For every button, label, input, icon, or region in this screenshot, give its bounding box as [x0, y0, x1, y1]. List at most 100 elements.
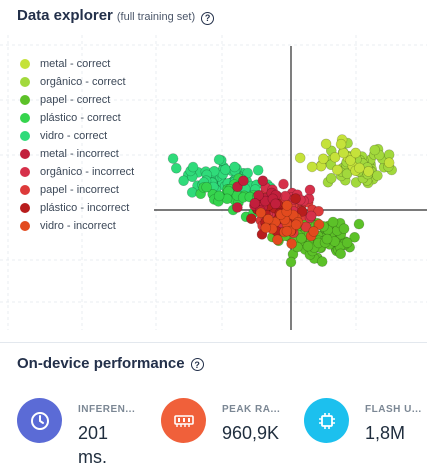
scatter-point[interactable]	[252, 164, 264, 176]
legend-label: vidro - correct	[40, 130, 108, 142]
legend-swatch	[20, 77, 30, 87]
legend-swatch	[20, 185, 30, 195]
metric-label: FLASH U...	[365, 404, 422, 415]
legend-swatch	[20, 203, 30, 213]
legend-label: metal - correct	[40, 58, 111, 70]
legend-label: plástico - incorrect	[40, 202, 130, 214]
scatter-point[interactable]	[338, 147, 349, 159]
scatter-point[interactable]	[338, 223, 350, 234]
question-circle-icon[interactable]: ?	[190, 358, 204, 371]
scatter-point[interactable]	[167, 153, 179, 164]
scatter-point[interactable]	[325, 173, 337, 184]
clock-icon	[17, 398, 62, 443]
scatter-point[interactable]	[229, 161, 240, 173]
performance-title-text: On-device performance	[17, 355, 185, 372]
scatter-points	[167, 134, 398, 268]
legend-swatch	[20, 221, 30, 231]
scatter-point[interactable]	[290, 219, 302, 230]
scatter-point[interactable]	[260, 222, 272, 234]
legend-item[interactable]: vidro - correct	[20, 127, 134, 145]
memory-chip-icon	[161, 398, 206, 443]
legend-item[interactable]: plástico - correct	[20, 109, 134, 127]
scatter-point[interactable]	[213, 154, 225, 165]
data-explorer-subtitle: (full training set)	[116, 11, 196, 23]
scatter-point[interactable]	[350, 147, 362, 159]
legend-swatch	[20, 59, 30, 69]
scatter-point[interactable]	[285, 256, 297, 268]
scatter-point[interactable]	[171, 163, 182, 174]
scatter-point[interactable]	[232, 202, 243, 213]
scatter-point[interactable]	[238, 175, 249, 187]
scatter-point[interactable]	[257, 175, 269, 186]
scatter-point[interactable]	[286, 238, 297, 249]
scatter-point[interactable]	[201, 181, 212, 193]
scatter-point[interactable]	[335, 138, 347, 150]
legend-label: papel - incorrect	[40, 184, 119, 196]
legend-item[interactable]: metal - incorrect	[20, 145, 134, 163]
legend-swatch	[20, 131, 30, 141]
scatter-point[interactable]	[335, 248, 347, 260]
scatter-point[interactable]	[354, 162, 365, 174]
scatter-point[interactable]	[187, 161, 199, 173]
legend-swatch	[20, 113, 30, 123]
metric-value: 1,8M	[365, 423, 406, 443]
scatter-point[interactable]	[308, 226, 320, 237]
scatter-point[interactable]	[281, 225, 293, 237]
metric-peak-ram: PEAK RA... 960,9K	[161, 398, 280, 445]
legend-label: vidro - incorrect	[40, 220, 116, 232]
scatter-point[interactable]	[353, 218, 365, 230]
scatter-point[interactable]	[305, 210, 317, 222]
scatter-point[interactable]	[331, 164, 343, 176]
legend-item[interactable]: plástico - incorrect	[20, 199, 134, 217]
question-circle-icon[interactable]: ?	[201, 11, 215, 25]
legend-swatch	[20, 149, 30, 159]
metric-value: 960,9K	[222, 423, 280, 443]
scatter-point[interactable]	[320, 138, 332, 150]
scatter-point[interactable]	[372, 170, 383, 181]
scatter-point[interactable]	[270, 198, 281, 210]
scatter-point[interactable]	[302, 240, 314, 252]
metric-label: PEAK RA...	[222, 404, 281, 415]
metric-inference: INFEREN... 201 ms.	[17, 398, 138, 470]
legend-item[interactable]: vidro - incorrect	[20, 217, 134, 235]
scatter-point[interactable]	[363, 166, 374, 177]
legend-label: papel - correct	[40, 94, 111, 106]
scatter-point[interactable]	[213, 190, 225, 202]
cpu-chip-icon	[304, 398, 349, 443]
scatter-point[interactable]	[220, 164, 231, 175]
scatter-point[interactable]	[317, 153, 329, 165]
metric-flash-usage: FLASH U... 1,8M	[304, 398, 422, 445]
scatter-point[interactable]	[290, 193, 301, 204]
legend-label: orgânico - correct	[40, 76, 126, 88]
scatter-point[interactable]	[249, 198, 261, 209]
legend-item[interactable]: papel - correct	[20, 91, 134, 109]
scatter-point[interactable]	[369, 144, 381, 156]
legend-item[interactable]: orgânico - incorrect	[20, 163, 134, 181]
scatter-point[interactable]	[272, 234, 283, 246]
legend-label: orgânico - incorrect	[40, 166, 135, 178]
scatter-point[interactable]	[278, 178, 289, 190]
scatter-point[interactable]	[383, 157, 395, 168]
on-device-performance-title: On-device performance ?	[17, 355, 204, 372]
scatter-point[interactable]	[246, 213, 257, 224]
legend-item[interactable]: papel - incorrect	[20, 181, 134, 199]
metric-label: INFEREN...	[78, 404, 136, 415]
scatter-point[interactable]	[316, 256, 328, 267]
scatter-point[interactable]	[281, 200, 293, 211]
legend-label: metal - incorrect	[40, 148, 119, 160]
legend-item[interactable]: orgânico - correct	[20, 73, 134, 91]
section-divider	[0, 342, 427, 343]
legend-item[interactable]: metal - correct	[20, 55, 134, 73]
data-explorer-title: Data explorer	[17, 7, 113, 24]
legend-swatch	[20, 95, 30, 105]
metric-value: 201 ms.	[78, 423, 109, 468]
scatter-point[interactable]	[341, 237, 353, 248]
legend-swatch	[20, 167, 30, 177]
scatter-point[interactable]	[321, 233, 333, 245]
scatter-point[interactable]	[304, 184, 316, 196]
data-explorer-header: Data explorer (full training set) ?	[17, 7, 215, 25]
scatter-point[interactable]	[327, 216, 339, 228]
scatter-legend: metal - correct orgânico - correct papel -…	[20, 55, 134, 235]
scatter-point[interactable]	[306, 161, 318, 173]
scatter-point[interactable]	[294, 152, 306, 164]
